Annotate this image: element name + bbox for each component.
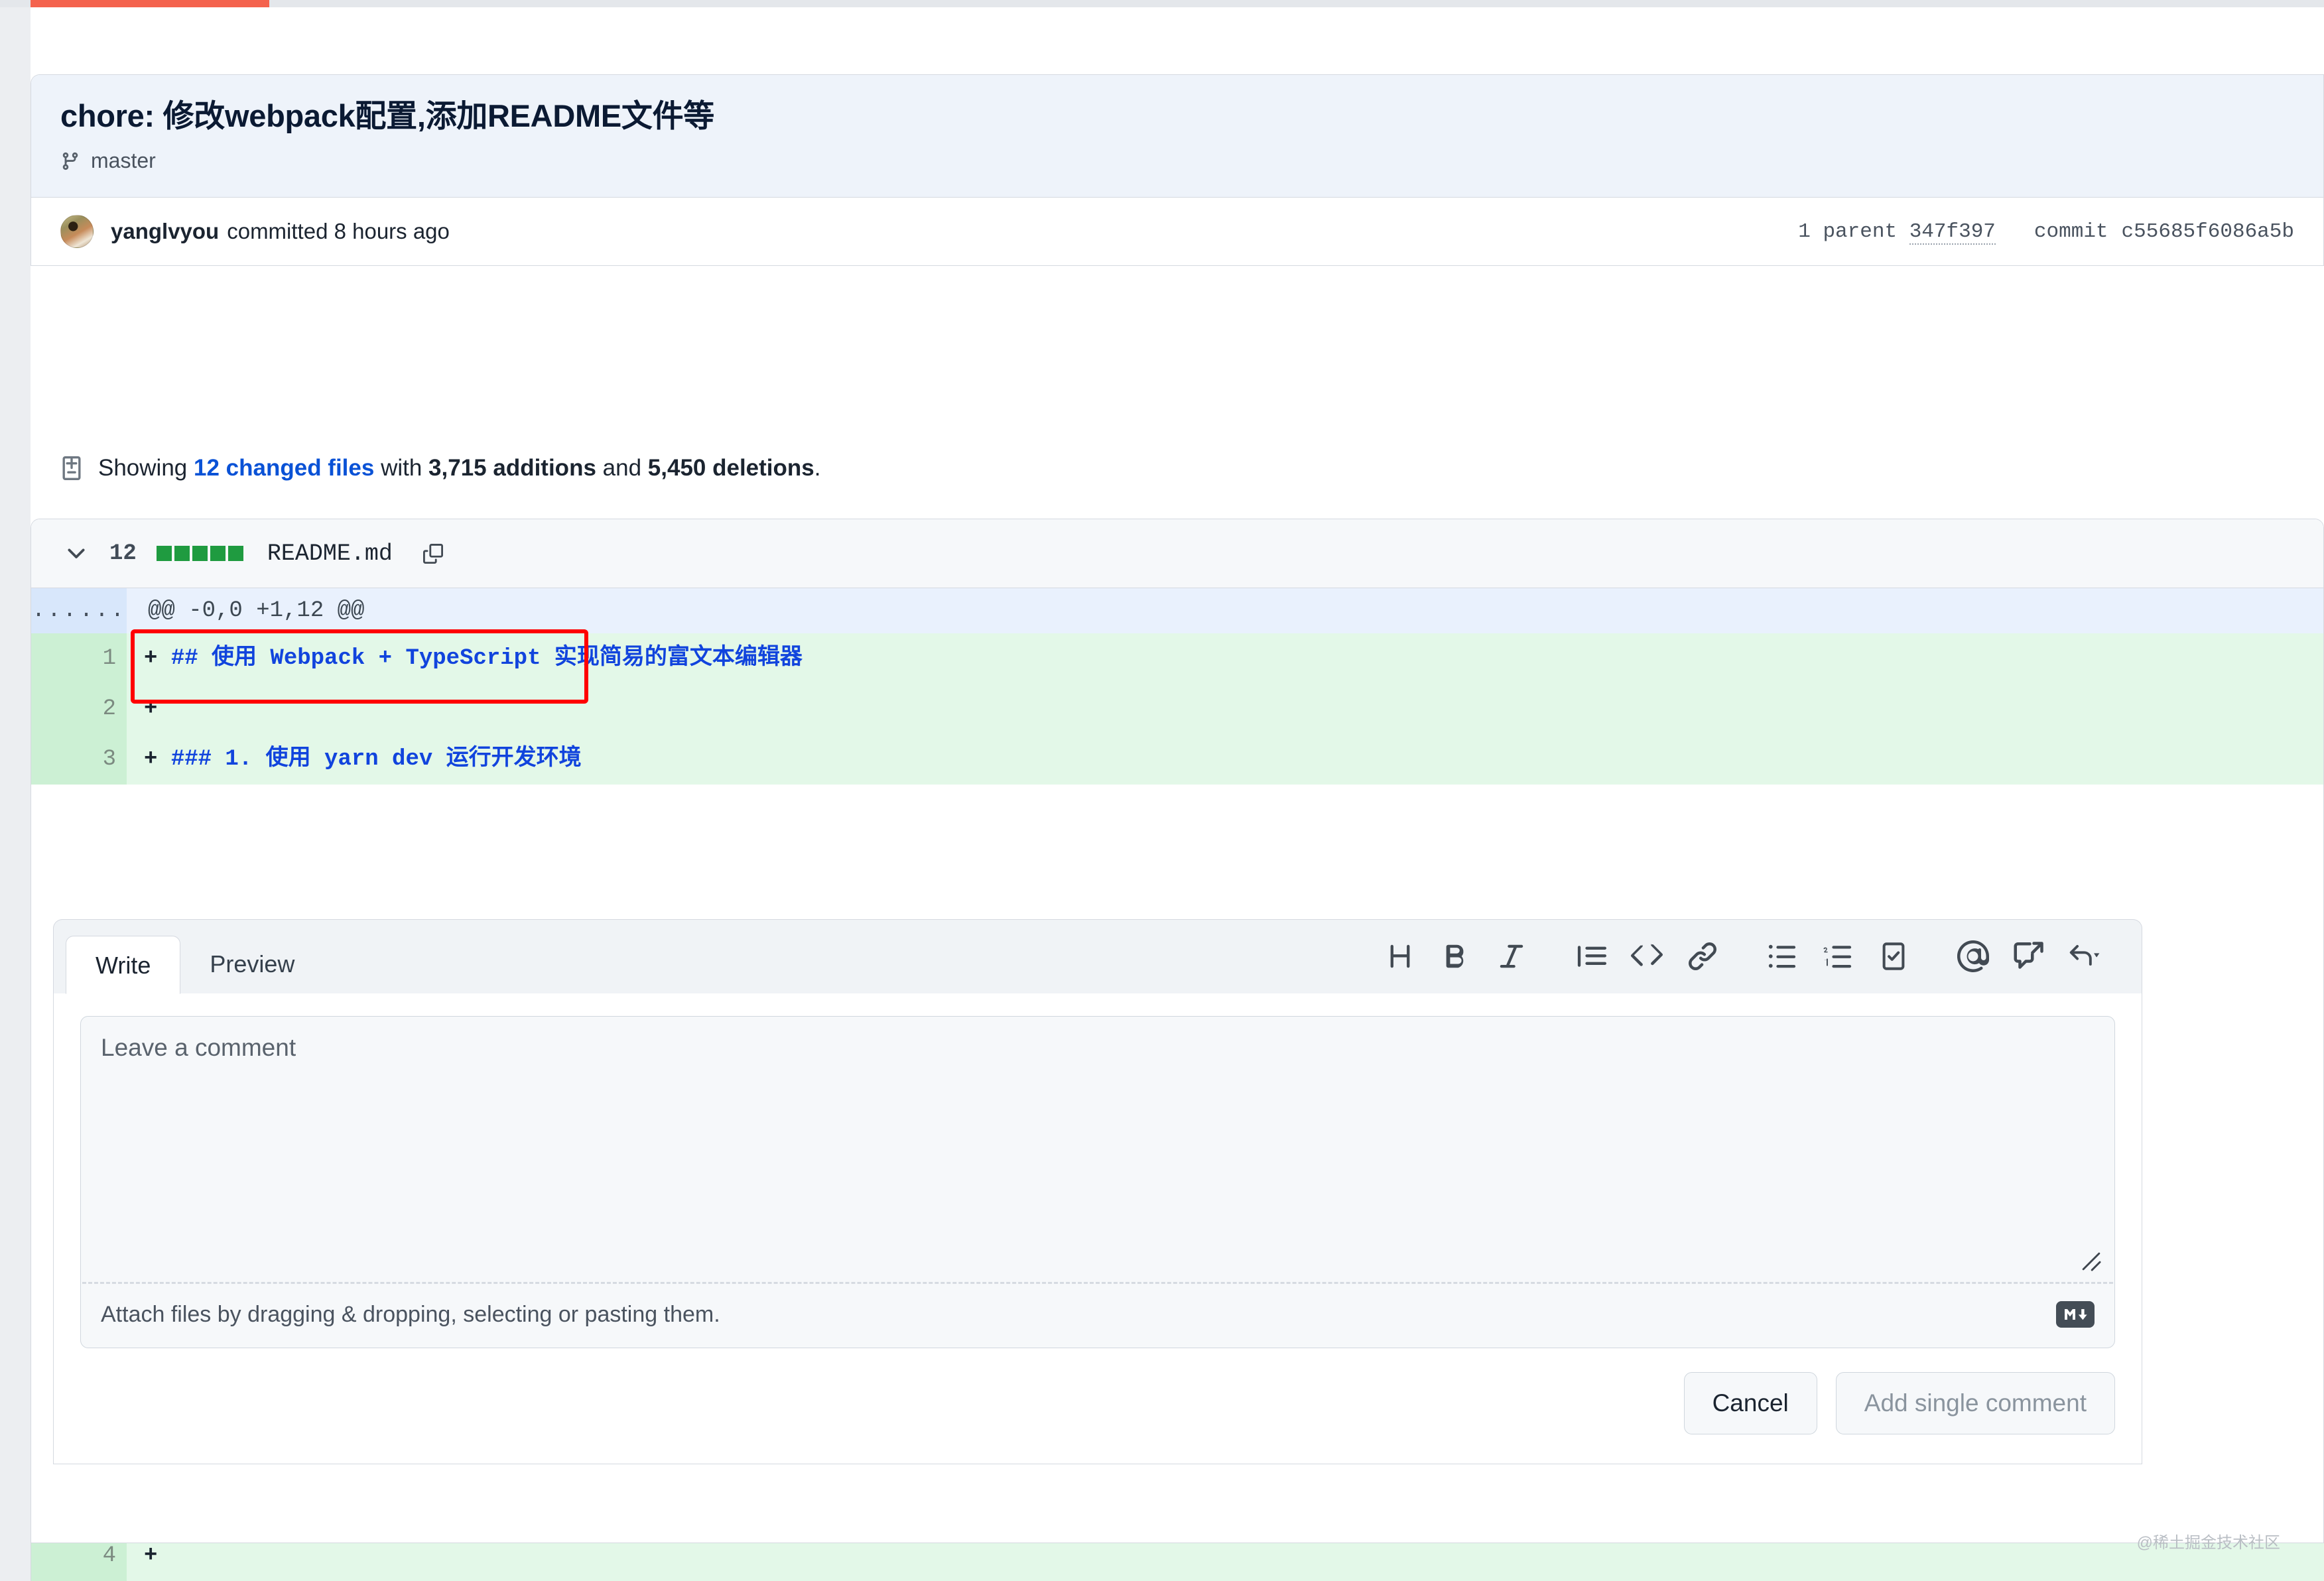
file-header: 12 README.md — [31, 519, 2323, 588]
git-branch-icon — [60, 149, 80, 173]
line-number-new: 3 — [79, 734, 127, 785]
page-loading-bar — [31, 0, 269, 7]
diff-line-row[interactable]: 1 + ## 使用 Webpack + TypeScript 实现简易的富文本编… — [31, 633, 2323, 684]
comment-form-body: Leave a comment Attach files by dragging… — [53, 993, 2142, 1464]
line-number-new: 4 — [79, 1543, 127, 1581]
comment-textarea[interactable]: Leave a comment — [81, 1017, 2114, 1282]
comment-actions: Cancel Add single comment — [80, 1348, 2115, 1464]
bold-icon[interactable] — [1428, 928, 1484, 984]
commit-hash[interactable]: c55685f6086a5b — [2122, 220, 2294, 243]
diff-hunk-header-row: ... ... @@ -0,0 +1,12 @@ — [31, 588, 2323, 633]
period: . — [814, 455, 821, 481]
task-list-icon[interactable] — [1866, 928, 1921, 984]
line-number-old — [31, 684, 79, 734]
comment-textarea-container: Leave a comment Attach files by dragging… — [80, 1016, 2115, 1348]
deletions-count: 5,450 deletions — [647, 455, 814, 481]
commit-hash-group: commit c55685f6086a5b — [2034, 220, 2294, 243]
line-number-new: 1 — [79, 633, 127, 684]
hunk-gutter-old: ... — [31, 588, 79, 633]
diff-line-row[interactable]: 3 + ### 1. 使用 yarn dev 运行开发环境 — [31, 734, 2323, 785]
diff-line-row[interactable]: 2 + — [31, 684, 2323, 734]
hunk-range: @@ -0,0 +1,12 @@ — [127, 588, 2323, 633]
tab-preview[interactable]: Preview — [180, 935, 324, 993]
diff-line-content: + ### 1. 使用 yarn dev 运行开发环境 — [127, 734, 2323, 785]
diff-line-content: + — [127, 1543, 2324, 1581]
attach-hint: Attach files by dragging & dropping, sel… — [101, 1301, 720, 1327]
inline-comment-form: Write Preview Leave a comment Attach fil… — [53, 919, 2142, 1464]
annotated-diff-block: 1 + ## 使用 Webpack + TypeScript 实现简易的富文本编… — [31, 629, 2323, 785]
reference-icon[interactable] — [2001, 928, 2057, 984]
diff-marker: + — [144, 747, 158, 772]
changed-files-link[interactable]: 12 changed files — [194, 455, 374, 481]
diff-line-text: ### 1. 使用 yarn dev 运行开发环境 — [170, 747, 582, 772]
diff-line-text: ## 使用 Webpack + TypeScript 实现简易的富文本编辑器 — [170, 646, 803, 671]
code-icon[interactable] — [1619, 928, 1675, 984]
commit-author[interactable]: yanglvyou — [111, 219, 219, 244]
copy-path-icon[interactable] — [422, 541, 443, 566]
branch-name[interactable]: master — [91, 149, 156, 173]
heading-icon[interactable] — [1372, 928, 1428, 984]
diff-stat-blocks — [156, 546, 243, 561]
markdown-icon[interactable] — [2056, 1301, 2095, 1328]
commit-refs: 1 parent 347f397 commit c55685f6086a5b — [1798, 220, 2294, 245]
and-label: and — [602, 455, 642, 481]
mention-icon[interactable] — [1945, 928, 2001, 984]
diff-marker: + — [144, 646, 158, 671]
comment-tabs-bar: Write Preview — [53, 919, 2142, 994]
diff-line-content: + — [127, 684, 2323, 734]
comment-placeholder: Leave a comment — [101, 1034, 296, 1061]
page-title: chore: 修改webpack配置,添加README文件等 — [60, 98, 714, 133]
italic-icon[interactable] — [1484, 928, 1539, 984]
commit-time: committed 8 hours ago — [227, 219, 450, 244]
tab-write[interactable]: Write — [66, 936, 181, 994]
line-number-old — [31, 633, 79, 684]
line-number-old — [31, 734, 79, 785]
hunk-gutter-new: ... — [79, 588, 127, 633]
add-single-comment-button[interactable]: Add single comment — [1835, 1372, 2115, 1434]
page-root: chore: 修改webpack配置,添加README文件等 master ya… — [0, 0, 2324, 1581]
avatar[interactable] — [60, 215, 94, 249]
unordered-list-icon[interactable] — [1754, 928, 1810, 984]
diff-line-content: + ## 使用 Webpack + TypeScript 实现简易的富文本编辑器 — [127, 633, 2323, 684]
commit-title-area: chore: 修改webpack配置,添加README文件等 master — [31, 75, 2323, 198]
saved-replies-icon[interactable] — [2057, 928, 2112, 984]
showing-label: Showing — [98, 455, 188, 481]
with-label: with — [381, 455, 422, 481]
file-diff-icon — [60, 454, 84, 483]
ordered-list-icon[interactable] — [1810, 928, 1866, 984]
line-number-old — [31, 1543, 79, 1581]
cancel-button[interactable]: Cancel — [1683, 1372, 1817, 1434]
diff-marker: + — [144, 696, 158, 722]
chevron-down-icon[interactable] — [63, 540, 90, 567]
additions-count: 3,715 additions — [428, 455, 596, 481]
branch-row: master — [60, 149, 2294, 173]
resize-handle-icon[interactable] — [2079, 1249, 2104, 1274]
watermark: @稀土掘金技术社区 — [2136, 1534, 2280, 1552]
commit-label: commit — [2033, 220, 2108, 243]
diff-line-row-partial[interactable]: 4 + — [31, 1543, 2324, 1581]
link-icon[interactable] — [1675, 928, 1730, 984]
line-number-new: 2 — [79, 684, 127, 734]
parent-hash-link[interactable]: 347f397 — [1909, 220, 1996, 245]
parent-group: 1 parent 347f397 — [1798, 220, 1996, 245]
page-loading-track — [0, 0, 2324, 7]
markdown-toolbar — [1372, 919, 2142, 993]
commit-header-card: chore: 修改webpack配置,添加README文件等 master ya… — [31, 74, 2324, 267]
file-path[interactable]: README.md — [267, 540, 393, 567]
diff-summary: Showing 12 changed files with 3,715 addi… — [31, 454, 2324, 483]
commit-meta-row: yanglvyou committed 8 hours ago 1 parent… — [31, 198, 2323, 267]
attach-files-bar[interactable]: Attach files by dragging & dropping, sel… — [81, 1284, 2114, 1348]
quote-icon[interactable] — [1563, 928, 1619, 984]
parent-label: 1 parent — [1798, 220, 1898, 243]
file-change-count: 12 — [109, 540, 137, 566]
